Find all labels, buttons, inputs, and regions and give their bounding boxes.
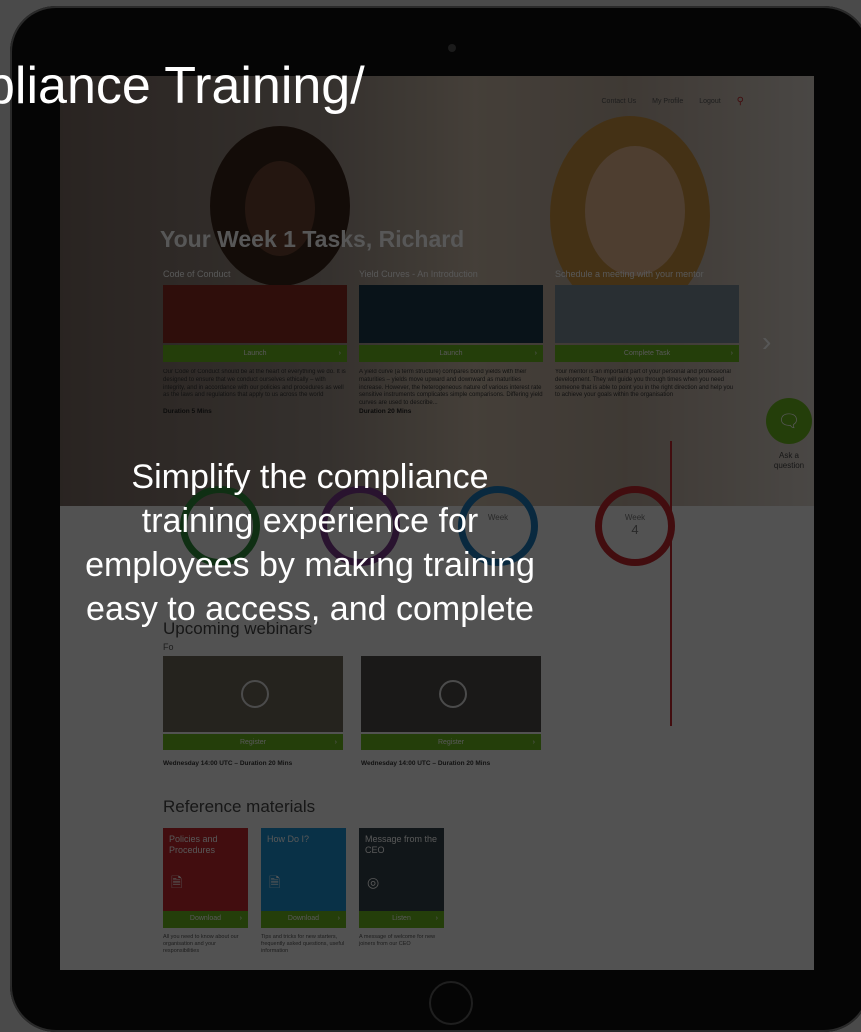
- play-icon[interactable]: [241, 680, 269, 708]
- webinar-thumbnail: [361, 656, 541, 732]
- task-card: Yield Curves - An Introduction Launch › A…: [359, 269, 543, 415]
- divider-line: [670, 441, 672, 726]
- contact-us-link[interactable]: Contact Us: [602, 98, 637, 105]
- chevron-right-icon: ›: [337, 915, 340, 923]
- reference-description: All you need to know about our organisat…: [163, 934, 239, 955]
- reference-tile[interactable]: Policies and Procedures 🗎 Download ›: [163, 828, 248, 928]
- chevron-right-icon: ›: [532, 738, 535, 746]
- webinar-info: Wednesday 14:00 UTC – Duration 20 Mins: [361, 760, 491, 767]
- top-navigation: Contact Us My Profile Logout ⚲: [602, 96, 745, 107]
- download-button[interactable]: Download ›: [261, 911, 346, 928]
- task-title: Schedule a meeting with your mentor: [555, 269, 704, 279]
- powerpoint-icon: 🗎: [269, 874, 281, 890]
- chevron-right-icon: ›: [435, 915, 438, 923]
- chevron-right-icon: ›: [730, 350, 733, 357]
- task-image: [163, 285, 347, 343]
- reference-card: How Do I? 🗎 Download › Tips and tricks fo…: [261, 828, 346, 955]
- task-description: A yield curve (a term structure) compare…: [359, 369, 543, 405]
- camera-dot: [448, 44, 456, 52]
- register-button[interactable]: Register ›: [361, 734, 541, 750]
- task-duration: Duration 5 Mins: [163, 408, 212, 415]
- task-duration: Duration 20 Mins: [359, 408, 412, 415]
- podcast-icon: ◎: [367, 874, 380, 890]
- task-description: Your mentor is an important part of your…: [555, 369, 734, 399]
- task-card: Schedule a meeting with your mentor Comp…: [555, 269, 739, 405]
- reference-tile[interactable]: Message from the CEO ◎ Listen ›: [359, 828, 444, 928]
- week-title: Your Week 1 Tasks, Richard: [160, 226, 465, 252]
- ask-question-label: Ask a question: [773, 451, 805, 470]
- logout-link[interactable]: Logout: [699, 98, 720, 105]
- task-card: Code of Conduct Launch › Our Code of Cond…: [163, 269, 347, 415]
- task-image: [555, 285, 739, 343]
- launch-button[interactable]: Launch ›: [359, 345, 543, 362]
- slide-body-line: easy to access, and complete: [86, 590, 534, 628]
- webinar-info: Wednesday 14:00 UTC – Duration 20 Mins: [163, 760, 293, 767]
- slide-body: Simplify the compliance training experie…: [0, 455, 640, 631]
- chevron-right-icon: ›: [338, 350, 341, 357]
- reference-title: Reference materials: [163, 797, 316, 816]
- webinar-thumbnail: [163, 656, 343, 732]
- chevron-right-icon: ›: [239, 915, 242, 923]
- webinar-card: Register › Wednesday 14:00 UTC – Duration…: [361, 656, 541, 767]
- complete-task-button[interactable]: Complete Task ›: [555, 345, 739, 362]
- pdf-icon: 🗎: [171, 874, 183, 890]
- reference-tile[interactable]: How Do I? 🗎 Download ›: [261, 828, 346, 928]
- slide-body-line: employees by making training: [85, 546, 535, 584]
- download-button[interactable]: Download ›: [163, 911, 248, 928]
- webinars-subtitle: Fo: [163, 642, 174, 652]
- chevron-right-icon: ›: [334, 738, 337, 746]
- task-image: [359, 285, 543, 343]
- register-button[interactable]: Register ›: [163, 734, 343, 750]
- task-title: Code of Conduct: [163, 269, 231, 279]
- ask-question-button[interactable]: 🗨 Ask a question: [766, 398, 812, 470]
- reference-description: Tips and tricks for new starters, freque…: [261, 934, 345, 955]
- chevron-right-icon: ›: [534, 350, 537, 357]
- slide-title: pliance Training/: [0, 57, 365, 115]
- chat-bubble-icon: 🗨: [766, 398, 812, 444]
- reference-card: Message from the CEO ◎ Listen › A message…: [359, 828, 444, 948]
- search-icon[interactable]: ⚲: [737, 96, 744, 107]
- reference-card: Policies and Procedures 🗎 Download › All …: [163, 828, 248, 955]
- carousel-next-icon[interactable]: ›: [762, 326, 771, 358]
- webinar-card: Register › Wednesday 14:00 UTC – Duration…: [163, 656, 343, 767]
- home-button[interactable]: [429, 981, 473, 1025]
- play-icon[interactable]: [439, 680, 467, 708]
- slide-body-line: Simplify the compliance: [131, 458, 489, 496]
- task-description: Our Code of Conduct should be at the hea…: [163, 369, 346, 399]
- listen-button[interactable]: Listen ›: [359, 911, 444, 928]
- task-title: Yield Curves - An Introduction: [359, 269, 478, 279]
- launch-button[interactable]: Launch ›: [163, 345, 347, 362]
- slide-body-line: training experience for: [141, 502, 479, 540]
- my-profile-link[interactable]: My Profile: [652, 98, 683, 105]
- hero-person-left: [210, 126, 350, 286]
- reference-description: A message of welcome for new joiners fro…: [359, 934, 436, 948]
